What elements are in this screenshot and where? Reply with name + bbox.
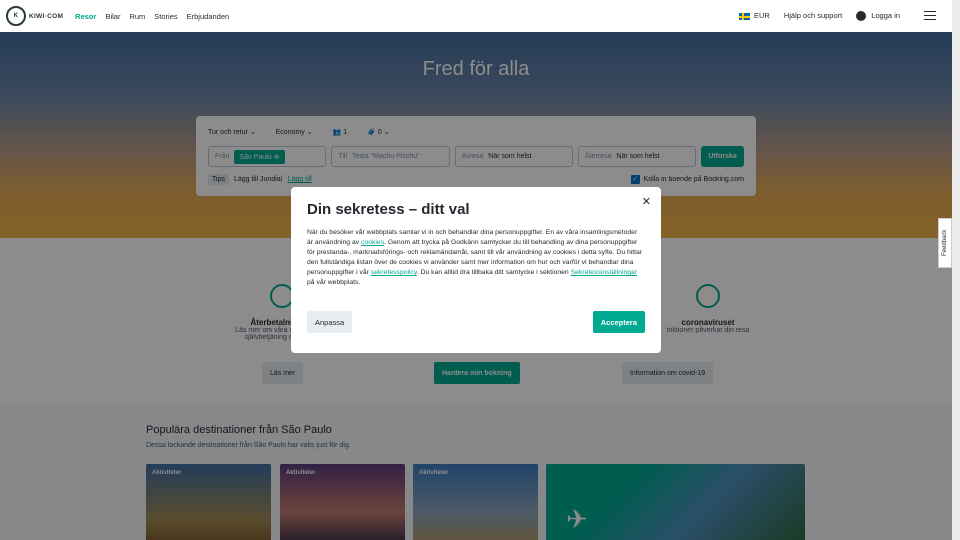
top-navigation: K KIWI·COM Resor Bilar Rum Stories Erbjud… <box>0 0 952 32</box>
close-icon[interactable]: ✕ <box>642 195 651 208</box>
privacy-policy-link[interactable]: sekretesspolicy <box>371 269 417 276</box>
feedback-tab[interactable]: Feedback <box>938 218 952 268</box>
sweden-flag-icon <box>739 13 750 20</box>
logo-mark-icon: K <box>6 6 26 26</box>
modal-title: Din sekretess – ditt val <box>307 201 470 218</box>
scrollbar[interactable] <box>952 0 960 540</box>
user-icon <box>856 11 867 21</box>
nav-erbjudanden[interactable]: Erbjudanden <box>187 12 230 21</box>
accept-button[interactable]: Acceptera <box>592 311 645 333</box>
main-nav: Resor Bilar Rum Stories Erbjudanden <box>75 12 229 21</box>
nav-rum[interactable]: Rum <box>129 12 145 21</box>
nav-resor[interactable]: Resor <box>75 12 96 21</box>
cookies-link[interactable]: cookies <box>361 239 384 246</box>
kiwi-logo[interactable]: K KIWI·COM <box>6 6 63 26</box>
menu-icon[interactable] <box>924 11 936 21</box>
currency-selector[interactable]: EUR <box>739 11 770 20</box>
privacy-settings-link[interactable]: Sekretessinställningar <box>571 269 638 276</box>
nav-stories[interactable]: Stories <box>154 12 177 21</box>
logo-text: KIWI·COM <box>29 12 64 20</box>
login-button[interactable]: Logga in <box>856 11 900 21</box>
modal-text: När du besöker vår webbplats samlar vi i… <box>307 229 643 286</box>
nav-bilar[interactable]: Bilar <box>105 12 120 21</box>
customize-button[interactable]: Anpassa <box>307 311 353 333</box>
privacy-modal: ✕ Din sekretess – ditt val När du besöke… <box>291 187 661 353</box>
help-link[interactable]: Hjälp och support <box>784 11 842 20</box>
